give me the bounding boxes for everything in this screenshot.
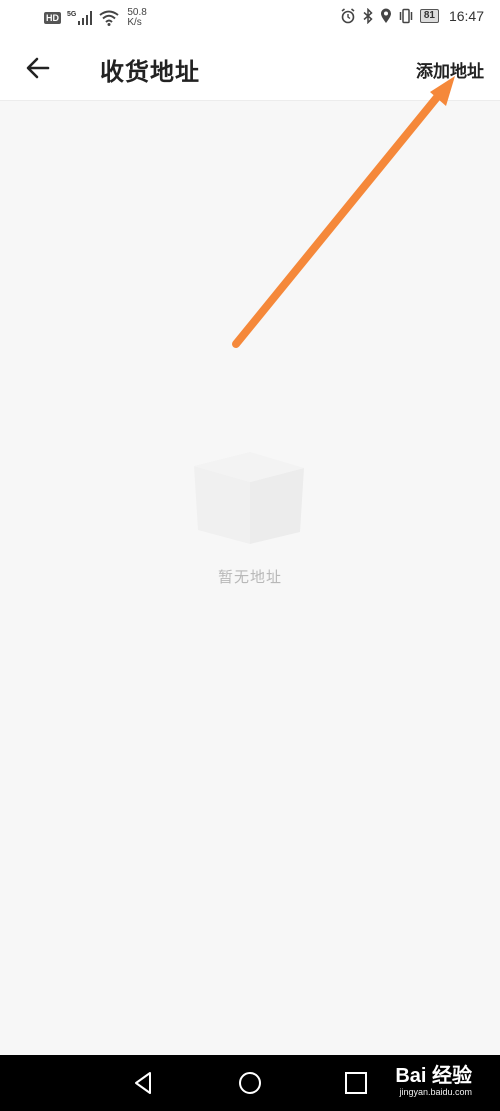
page-title: 收货地址 xyxy=(100,57,200,86)
baidu-jingyan-watermark: Bai 经验 jingyan.baidu.com xyxy=(395,1065,472,1097)
location-icon xyxy=(380,8,391,23)
app-header: 收货地址 添加地址 xyxy=(0,36,500,101)
hd-badge: HD xyxy=(44,12,61,24)
vibrate-icon xyxy=(399,8,413,24)
nav-recents-button[interactable] xyxy=(342,1069,370,1097)
signal-icon xyxy=(78,11,93,25)
network-speed: 50.8 K/s xyxy=(127,8,146,28)
cell-signal: 5G xyxy=(67,11,93,25)
bluetooth-icon xyxy=(363,8,373,24)
annotation-arrow xyxy=(232,76,455,348)
box-icon xyxy=(194,452,304,544)
network-type: 5G xyxy=(67,11,77,18)
watermark-main: Bai 经验 xyxy=(395,1065,472,1087)
navigation-bar: Bai 经验 jingyan.baidu.com xyxy=(0,1055,500,1111)
home-circle-icon xyxy=(239,1072,261,1094)
status-right: 81 16:47 xyxy=(340,8,484,24)
add-address-button[interactable]: 添加地址 xyxy=(416,57,484,82)
recents-square-icon xyxy=(345,1072,367,1094)
alarm-icon xyxy=(341,8,355,24)
battery-icon: 81 xyxy=(419,9,439,23)
arrow-shaft xyxy=(232,92,442,348)
nav-home-button[interactable] xyxy=(236,1069,264,1097)
empty-state-text: 暂无地址 xyxy=(217,568,282,586)
watermark-sub: jingyan.baidu.com xyxy=(399,1087,472,1097)
wifi-icon xyxy=(99,10,119,26)
back-button[interactable] xyxy=(22,52,54,84)
status-bar: HD 5G 50.8 K/s 81 16:47 xyxy=(0,0,500,36)
status-left: HD 5G 50.8 K/s xyxy=(44,8,147,28)
nav-back-button[interactable] xyxy=(130,1069,158,1097)
speed-unit: K/s xyxy=(127,17,142,28)
clock: 16:47 xyxy=(448,8,484,24)
back-triangle-icon xyxy=(135,1072,151,1094)
back-arrow-icon xyxy=(26,57,50,79)
